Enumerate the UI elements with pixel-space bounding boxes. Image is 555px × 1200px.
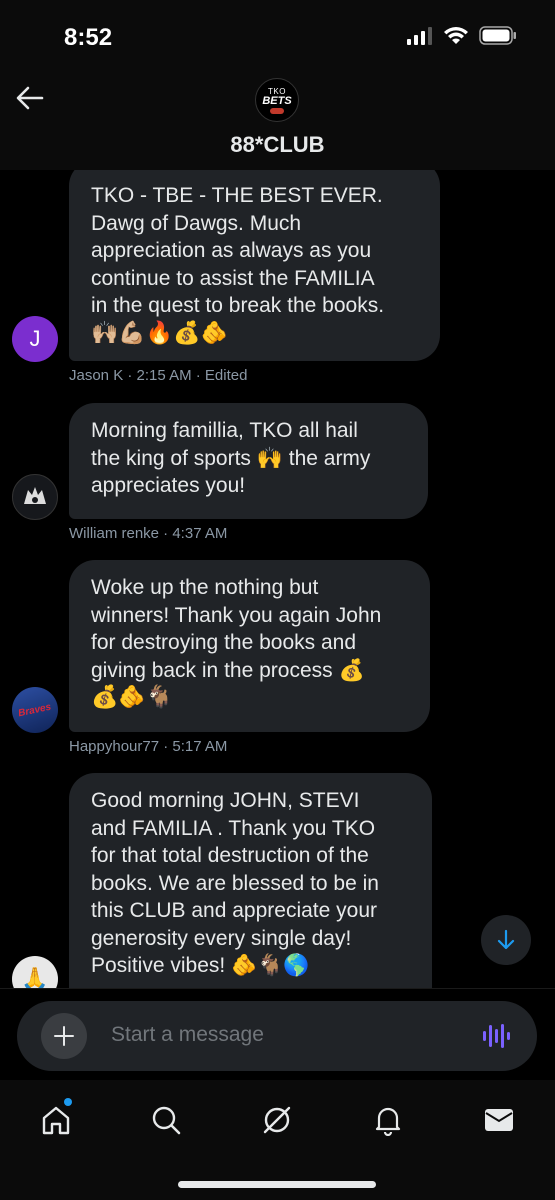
home-tab[interactable] — [36, 1098, 76, 1140]
message-line: giving back in the process 💰 — [91, 658, 365, 682]
message-line: books. We are blessed to be in — [91, 871, 379, 895]
battery-icon — [479, 26, 516, 45]
voice-message-icon[interactable] — [481, 1021, 511, 1051]
status-icons — [407, 26, 517, 45]
plus-icon — [54, 1026, 74, 1046]
scroll-to-bottom-button[interactable] — [481, 915, 531, 965]
message-line: winners! Thank you again John — [91, 603, 382, 627]
search-icon — [152, 1106, 181, 1135]
message-bubble[interactable]: TKO - TBE - THE BEST EVER. Dawg of Dawgs… — [69, 170, 440, 361]
message-line: appreciation as always as you — [91, 239, 372, 262]
add-media-button[interactable] — [41, 1013, 87, 1059]
group-title[interactable]: 88*CLUB — [0, 132, 555, 158]
message-line: Dawg of Dawgs. Much — [91, 211, 302, 235]
praying-hands-icon: 🙏 — [21, 966, 49, 989]
message-emoji-line: 💰🫵🐐 — [91, 685, 174, 710]
message-line: continue to assist the FAMILIA — [91, 266, 375, 290]
grok-tab[interactable] — [257, 1100, 297, 1140]
message-meta: William renke · 4:37 AM — [69, 525, 228, 542]
cellular-icon — [407, 26, 432, 45]
message-line: for destroying the books and — [91, 631, 357, 654]
status-bar: 8:52 — [0, 0, 555, 70]
status-time: 8:52 — [64, 24, 113, 51]
message-line: Morning famillia, TKO all hail — [91, 419, 358, 442]
message-input[interactable]: Start a message — [111, 1023, 264, 1047]
avatar[interactable]: 🙏 — [12, 956, 58, 988]
back-arrow-icon[interactable] — [14, 84, 46, 112]
group-avatar[interactable]: TKO BETS — [255, 78, 299, 122]
conversation-header: TKO BETS 88*CLUB — [0, 70, 555, 170]
message-line: appreciates you! — [91, 474, 246, 497]
message-list[interactable]: TKO - TBE - THE BEST EVER. Dawg of Dawgs… — [0, 170, 555, 988]
home-icon — [42, 1106, 70, 1135]
message-line: generosity every single day! — [91, 926, 352, 950]
boxing-glove-icon — [270, 107, 284, 114]
grok-icon — [263, 1106, 291, 1134]
arrow-down-icon — [497, 929, 515, 950]
home-indicator — [178, 1181, 376, 1188]
message-line: TKO - TBE - THE BEST EVER. — [91, 184, 383, 207]
braves-logo-icon: Braves — [17, 701, 53, 719]
wifi-icon — [444, 27, 468, 44]
avatar-letter: J — [29, 326, 41, 351]
message-bubble[interactable]: Good morning JOHN, STEVI and FAMILIA . T… — [69, 773, 432, 988]
avatar[interactable]: J — [12, 316, 58, 362]
message-line: in the quest to break the books. — [91, 294, 385, 317]
message-line: and FAMILIA . Thank you TKO — [91, 816, 376, 840]
envelope-icon — [485, 1109, 513, 1131]
message-composer: Start a message — [17, 1001, 537, 1071]
message-line: Positive vibes! 🫵🐐🌎 — [91, 954, 310, 977]
notification-dot — [64, 1098, 72, 1106]
bell-icon — [375, 1107, 401, 1136]
avatar[interactable] — [12, 474, 58, 520]
messages-tab[interactable] — [479, 1100, 519, 1140]
composer-area: Start a message — [0, 988, 555, 1080]
message-line: the king of sports 🙌 the army — [91, 446, 371, 470]
message-line: this CLUB and appreciate your — [91, 899, 377, 922]
message-bubble[interactable]: Woke up the nothing but winners! Thank y… — [69, 560, 430, 732]
message-meta: Happyhour77 · 5:17 AM — [69, 738, 228, 755]
message-line: Woke up the nothing but — [91, 576, 319, 599]
avatar[interactable]: Braves — [12, 687, 58, 733]
group-avatar-text-main: BETS — [262, 94, 292, 107]
notifications-tab[interactable] — [368, 1100, 408, 1140]
message-meta: Jason K · 2:15 AM · Edited — [69, 367, 248, 384]
message-bubble[interactable]: Morning famillia, TKO all hail the king … — [69, 403, 428, 519]
search-tab[interactable] — [146, 1100, 186, 1140]
wolf-crest-icon — [24, 487, 46, 504]
message-line: for that total destruction of the — [91, 844, 369, 867]
message-emoji-line: 🙌🏼💪🏼🔥💰🫵 — [91, 320, 228, 346]
message-line: Good morning JOHN, STEVI — [91, 789, 360, 812]
